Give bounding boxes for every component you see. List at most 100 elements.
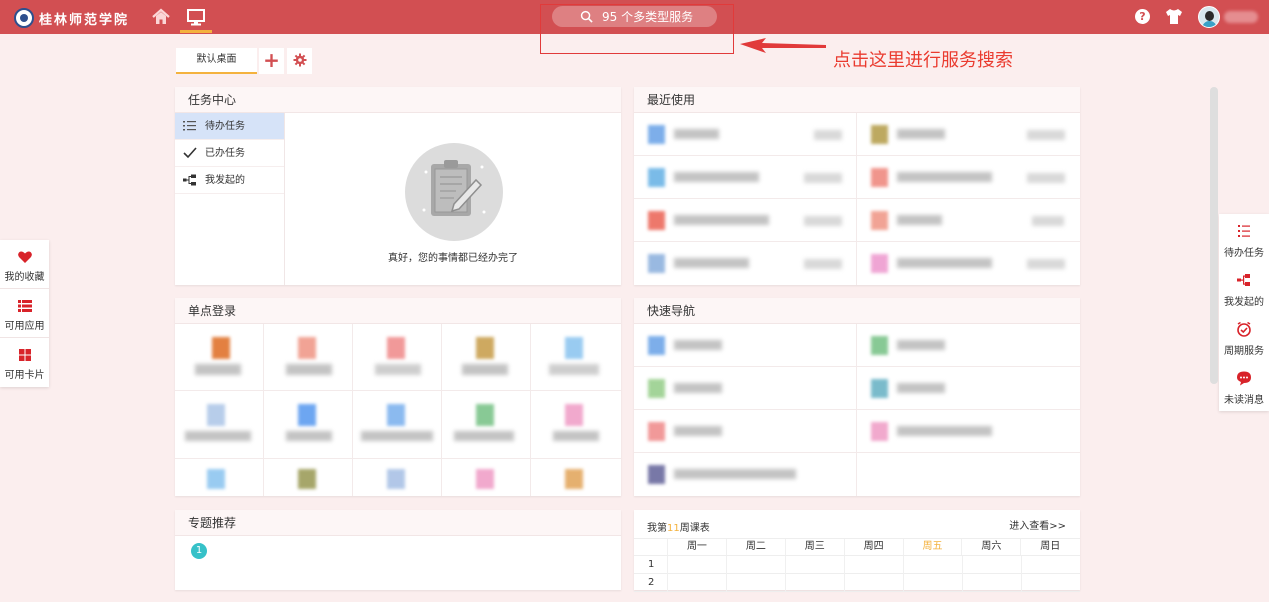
period-number: 1 [648, 559, 655, 570]
sso-app-tile[interactable] [353, 324, 442, 390]
weekday-wed: 周三 [784, 539, 844, 555]
school-emblem-icon [14, 8, 34, 28]
recent-use-grid [634, 113, 1080, 285]
single-sign-on-card: 单点登录 [175, 298, 621, 496]
weekday-mon: 周一 [667, 539, 726, 555]
timetable-title: 我第11周课表 [647, 523, 710, 534]
theme-shirt-icon[interactable] [1165, 8, 1183, 25]
unread-messages-shortcut[interactable]: 未读消息 [1219, 361, 1269, 410]
task-item-done-label: 已办任务 [205, 147, 245, 159]
recent-app-item[interactable] [857, 156, 1080, 198]
recent-app-item[interactable] [857, 113, 1080, 155]
chat-bubble-icon [1237, 371, 1251, 386]
quick-nav-item[interactable] [857, 324, 1080, 366]
sso-app-tile[interactable] [442, 324, 531, 390]
sso-app-tile[interactable] [531, 391, 620, 458]
home-icon[interactable] [151, 7, 171, 27]
topic-page-badge[interactable]: 1 [191, 543, 207, 559]
recent-app-item[interactable] [634, 242, 857, 285]
sso-app-tile[interactable] [264, 324, 353, 390]
list-icon [17, 300, 32, 312]
favorites-label: 我的收藏 [4, 272, 45, 283]
timetable-period-row: 1 [634, 556, 1080, 574]
sso-app-tile[interactable] [175, 391, 264, 458]
sso-app-tile[interactable] [442, 391, 531, 458]
initiated-by-me-label: 我发起的 [1224, 297, 1264, 308]
recent-app-item[interactable] [634, 156, 857, 198]
school-name: 桂林师范学院 [39, 12, 130, 28]
quick-nav-title: 快速导航 [634, 298, 1080, 324]
initiated-by-me-shortcut[interactable]: 我发起的 [1219, 263, 1269, 312]
todo-list-icon [183, 121, 196, 131]
timetable-period-row: 2 [634, 574, 1080, 592]
add-desktop-button[interactable]: + [259, 48, 284, 74]
periodic-services-label: 周期服务 [1224, 346, 1264, 357]
grid-icon [18, 349, 31, 361]
task-item-initiated-label: 我发起的 [205, 174, 245, 186]
todo-list-icon [1238, 225, 1250, 237]
recent-use-card: 最近使用 [634, 87, 1080, 285]
desktop-icon[interactable] [186, 7, 206, 27]
weekday-thu: 周四 [843, 539, 903, 555]
available-apps-label: 可用应用 [4, 321, 45, 332]
recent-app-item[interactable] [634, 199, 857, 241]
clock-check-icon [1237, 321, 1251, 337]
available-apps-button[interactable]: 可用应用 [0, 289, 49, 338]
sso-app-tile[interactable] [264, 391, 353, 458]
desktop-settings-button[interactable] [287, 48, 312, 74]
timetable-week-number: 11 [667, 523, 680, 534]
task-item-todo[interactable]: 待办任务 [175, 113, 284, 140]
sso-app-tile[interactable] [442, 459, 531, 496]
quick-nav-grid [634, 324, 1080, 496]
tab-default-desktop[interactable]: 默认桌面 [176, 48, 257, 74]
recent-app-item[interactable] [857, 242, 1080, 285]
user-name-blurred[interactable] [1224, 11, 1258, 23]
quick-nav-item[interactable] [634, 324, 857, 366]
task-item-todo-label: 待办任务 [205, 120, 245, 132]
sso-app-tile[interactable] [264, 459, 353, 496]
timetable-weekday-header: 周一 周二 周三 周四 周五 周六 周日 [634, 538, 1080, 556]
available-cards-button[interactable]: 可用卡片 [0, 338, 49, 387]
right-floating-toolbar: 待办任务 我发起的 周期服务 未读消息 [1219, 214, 1269, 411]
period-number: 2 [648, 577, 655, 588]
quick-nav-item[interactable] [634, 410, 857, 452]
task-item-initiated[interactable]: 我发起的 [175, 167, 284, 194]
check-icon [183, 147, 197, 159]
annotation-highlight-box [540, 4, 734, 54]
single-sign-on-grid [175, 324, 621, 496]
todo-tasks-label: 待办任务 [1224, 248, 1264, 259]
task-item-done[interactable]: 已办任务 [175, 140, 284, 167]
recent-use-title: 最近使用 [634, 87, 1080, 113]
user-avatar[interactable] [1198, 6, 1220, 28]
recent-app-item[interactable] [857, 199, 1080, 241]
page-scrollbar[interactable] [1210, 87, 1218, 384]
task-center-menu: 待办任务 已办任务 我发起的 [175, 113, 285, 285]
recent-app-item[interactable] [634, 113, 857, 155]
weekday-fri-today: 周五 [902, 539, 962, 555]
branch-icon [1237, 274, 1250, 286]
sso-app-tile[interactable] [353, 459, 442, 496]
weekday-tue: 周二 [725, 539, 785, 555]
quick-nav-item[interactable] [634, 453, 857, 496]
help-icon[interactable]: ? [1135, 9, 1150, 24]
periodic-services-shortcut[interactable]: 周期服务 [1219, 312, 1269, 361]
unread-messages-label: 未读消息 [1224, 395, 1264, 406]
todo-tasks-shortcut[interactable]: 待办任务 [1219, 214, 1269, 263]
sso-app-tile[interactable] [531, 324, 620, 390]
quick-nav-card: 快速导航 [634, 298, 1080, 496]
topic-recommend-card: 专题推荐 1 [175, 510, 621, 590]
quick-nav-item[interactable] [857, 367, 1080, 409]
clipboard-empty-icon [405, 143, 503, 241]
quick-nav-item[interactable] [634, 367, 857, 409]
heart-icon [17, 251, 32, 263]
weekday-sun: 周日 [1020, 539, 1079, 555]
sso-app-tile[interactable] [175, 324, 264, 390]
quick-nav-item[interactable] [857, 410, 1080, 452]
school-logo[interactable]: 桂林师范学院 [14, 8, 129, 28]
favorites-button[interactable]: 我的收藏 [0, 240, 49, 289]
task-center-card: 任务中心 待办任务 已办任务 我发起的 真好，您的事情都已经办完了 [175, 87, 621, 285]
timetable-view-more-link[interactable]: 进入查看>> [1009, 517, 1066, 532]
sso-app-tile[interactable] [175, 459, 264, 496]
sso-app-tile[interactable] [353, 391, 442, 458]
sso-app-tile[interactable] [531, 459, 620, 496]
